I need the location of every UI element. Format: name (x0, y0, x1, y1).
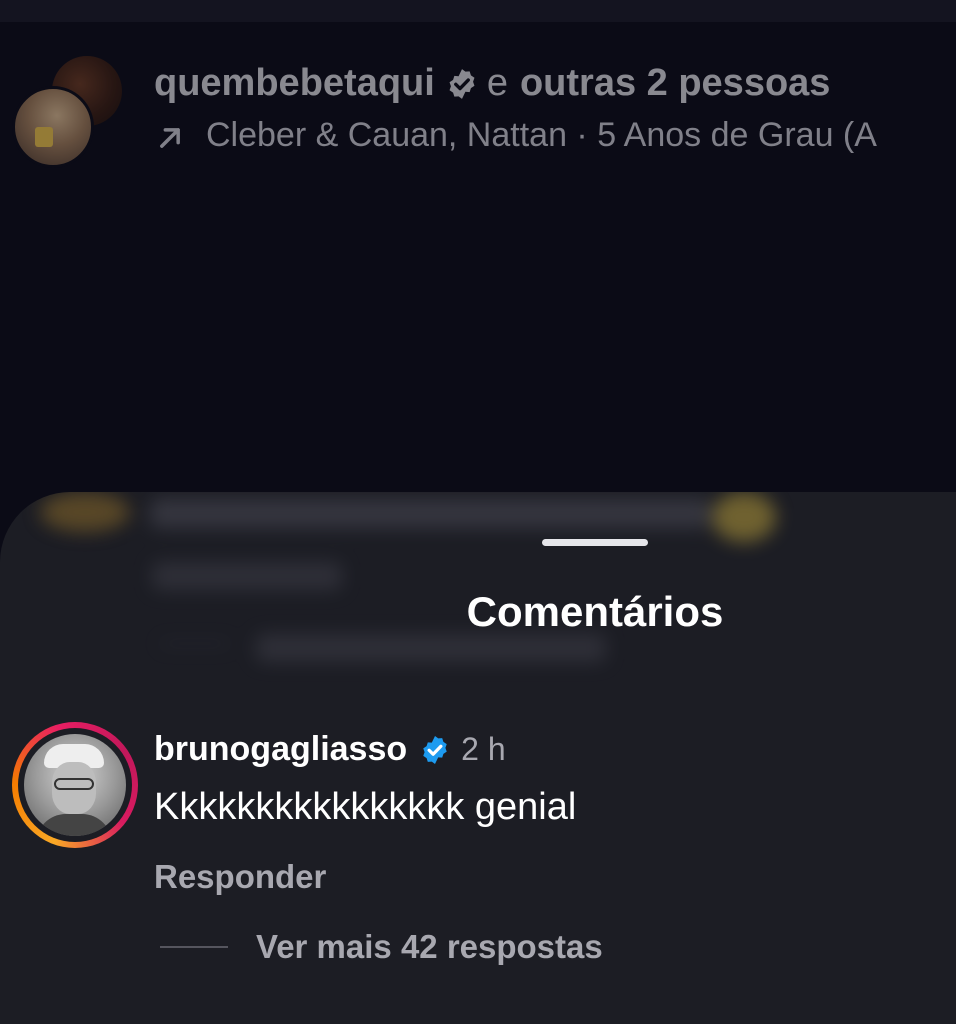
replies-divider (160, 946, 228, 948)
comment-header: brunogagliasso 2 h (154, 730, 506, 769)
comment-username[interactable]: brunogagliasso (154, 730, 407, 769)
comment-avatar[interactable] (12, 722, 138, 848)
verified-badge-icon (445, 67, 479, 101)
music-info[interactable]: Cleber & Cauan, Nattan · 5 Anos de Grau … (156, 116, 877, 155)
post-username[interactable]: quembebetaqui (154, 62, 435, 105)
view-more-replies-button[interactable]: Ver mais 42 respostas (160, 928, 603, 966)
blurred-text (256, 634, 606, 662)
blurred-text (152, 562, 342, 590)
screen: quembebetaqui e outras 2 pessoas Cleber … (0, 0, 956, 1024)
blurred-emoji (40, 492, 130, 532)
avatar-photo-detail (35, 127, 53, 147)
view-more-replies-label: Ver mais 42 respostas (256, 928, 603, 965)
comment-timestamp: 2 h (461, 731, 506, 767)
post-header: quembebetaqui e outras 2 pessoas Cleber … (0, 50, 956, 170)
author-avatar (12, 86, 94, 168)
verified-badge-icon (419, 734, 451, 766)
sheet-title: Comentários (466, 588, 724, 635)
sheet-drag-handle[interactable] (542, 539, 648, 546)
reply-button[interactable]: Responder (154, 858, 326, 896)
story-ring-gap (18, 728, 132, 842)
blurred-text (150, 498, 710, 528)
comment-text: Kkkkkkkkkkkkkkkk genial (154, 786, 577, 828)
blurred-divider (160, 642, 230, 645)
avatar-photo-detail (36, 814, 112, 836)
arrow-up-right-icon (156, 122, 184, 150)
others-count-link[interactable]: outras 2 pessoas (520, 62, 830, 105)
post-avatars[interactable] (12, 56, 122, 168)
blurred-emoji (712, 492, 776, 542)
comments-sheet: Comentários brunogagliasso 2 h Kkkkkkkkk… (0, 492, 956, 1024)
music-text: Cleber & Cauan, Nattan · 5 Anos de Grau … (206, 116, 877, 154)
post-author-line[interactable]: quembebetaqui e outras 2 pessoas (154, 62, 830, 105)
blurred-previous-comment (0, 492, 956, 682)
comment-avatar-photo (24, 734, 126, 836)
others-prefix: e (486, 62, 508, 104)
avatar-photo-detail (54, 778, 94, 790)
